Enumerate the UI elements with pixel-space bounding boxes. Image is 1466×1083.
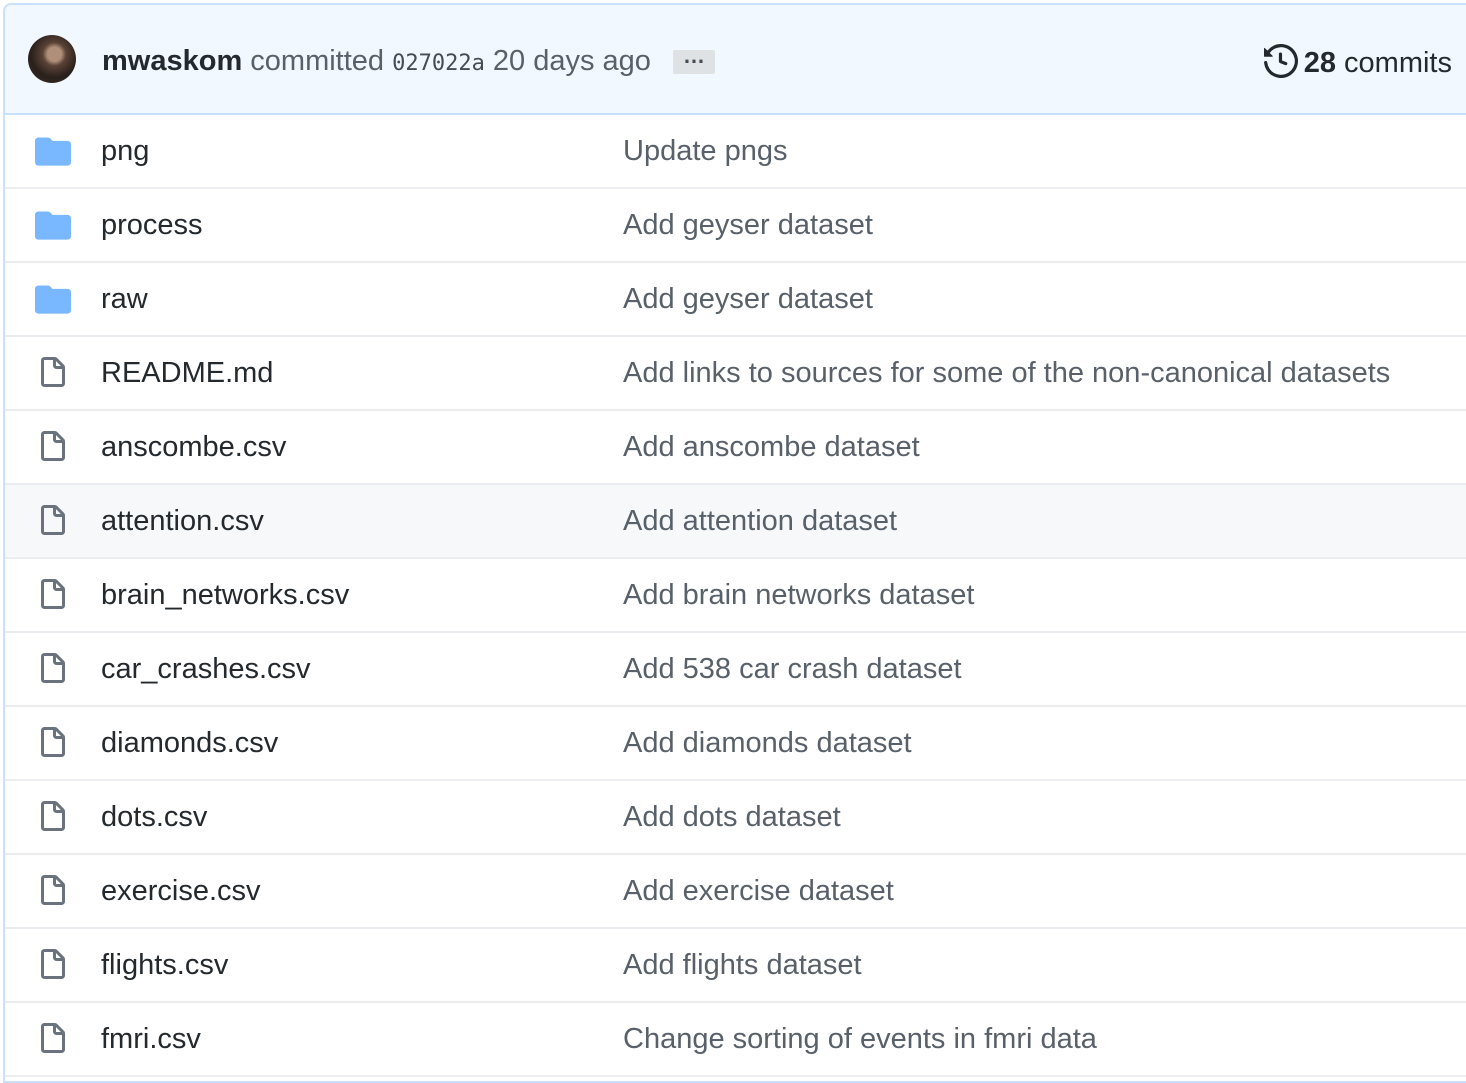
file-icon — [35, 505, 71, 537]
file-icon — [35, 431, 71, 463]
commit-message-link[interactable]: Add links to sources for some of the non… — [623, 354, 1390, 392]
folder-icon — [35, 135, 71, 167]
commit-message-link[interactable]: Add exercise dataset — [623, 872, 894, 910]
file-icon — [35, 1023, 71, 1055]
commit-message-link[interactable]: Update pngs — [623, 132, 787, 170]
commit-message-link[interactable]: Add dots dataset — [623, 798, 841, 836]
file-name-link[interactable]: dots.csv — [101, 798, 207, 836]
commit-info: mwaskom committed 027022a 20 days ago … — [102, 41, 715, 84]
file-icon — [35, 949, 71, 981]
file-list: png Update pngs process Add geyser dataset r… — [5, 115, 1466, 1077]
file-row[interactable]: attention.csv Add attention dataset — [5, 485, 1466, 559]
commit-count: 28 — [1303, 47, 1336, 79]
file-row[interactable]: fmri.csv Change sorting of events in fmri… — [5, 1003, 1466, 1077]
file-name-link[interactable]: attention.csv — [101, 502, 264, 540]
commits-link[interactable]: 28 commits — [1263, 43, 1452, 83]
file-name-link[interactable]: anscombe.csv — [101, 428, 286, 466]
commit-message-link[interactable]: Add diamonds dataset — [623, 724, 912, 762]
file-name-link[interactable]: car_crashes.csv — [101, 650, 311, 688]
commit-message-link[interactable]: Add flights dataset — [623, 946, 862, 984]
file-row[interactable]: dots.csv Add dots dataset — [5, 781, 1466, 855]
commit-author-link[interactable]: mwaskom — [102, 45, 242, 77]
commit-verb: committed — [250, 45, 385, 77]
commits-label: commits — [1344, 47, 1452, 79]
commit-time: 20 days ago — [492, 45, 651, 77]
commit-message-link[interactable]: Add geyser dataset — [623, 206, 873, 244]
file-row[interactable]: diamonds.csv Add diamonds dataset — [5, 707, 1466, 781]
file-name-link[interactable]: flights.csv — [101, 946, 228, 984]
history-icon — [1263, 44, 1298, 79]
file-icon — [35, 653, 71, 685]
file-icon — [35, 579, 71, 611]
file-icon — [35, 801, 71, 833]
file-row[interactable]: exercise.csv Add exercise dataset — [5, 855, 1466, 929]
latest-commit-bar: mwaskom committed 027022a 20 days ago … … — [5, 5, 1466, 115]
file-name-link[interactable]: raw — [101, 280, 148, 318]
file-row[interactable]: anscombe.csv Add anscombe dataset — [5, 411, 1466, 485]
file-name-link[interactable]: fmri.csv — [101, 1020, 201, 1058]
file-name-link[interactable]: diamonds.csv — [101, 724, 278, 762]
file-name-link[interactable]: png — [101, 132, 149, 170]
file-row[interactable]: raw Add geyser dataset — [5, 263, 1466, 337]
file-row[interactable]: flights.csv Add flights dataset — [5, 929, 1466, 1003]
file-icon — [35, 357, 71, 389]
file-row[interactable]: car_crashes.csv Add 538 car crash dataset — [5, 633, 1466, 707]
file-row[interactable]: png Update pngs — [5, 115, 1466, 189]
avatar[interactable] — [28, 35, 76, 83]
file-name-link[interactable]: exercise.csv — [101, 872, 261, 910]
commit-message-link[interactable]: Change sorting of events in fmri data — [623, 1020, 1097, 1058]
file-row[interactable]: process Add geyser dataset — [5, 189, 1466, 263]
file-name-link[interactable]: README.md — [101, 354, 273, 392]
commit-message-link[interactable]: Add brain networks dataset — [623, 576, 974, 614]
file-row[interactable]: README.md Add links to sources for some o… — [5, 337, 1466, 411]
folder-icon — [35, 283, 71, 315]
file-row[interactable]: brain_networks.csv Add brain networks dat… — [5, 559, 1466, 633]
file-browser: mwaskom committed 027022a 20 days ago … … — [3, 3, 1466, 1083]
file-name-link[interactable]: process — [101, 206, 203, 244]
expand-message-button[interactable]: … — [672, 45, 715, 75]
commit-message-link[interactable]: Add 538 car crash dataset — [623, 650, 962, 688]
file-icon — [35, 727, 71, 759]
folder-icon — [35, 209, 71, 241]
commit-message-link[interactable]: Add geyser dataset — [623, 280, 873, 318]
commit-sha-link[interactable]: 027022a — [392, 51, 485, 76]
commit-message-link[interactable]: Add anscombe dataset — [623, 428, 920, 466]
file-name-link[interactable]: brain_networks.csv — [101, 576, 349, 614]
file-icon — [35, 875, 71, 907]
commit-message-link[interactable]: Add attention dataset — [623, 502, 897, 540]
